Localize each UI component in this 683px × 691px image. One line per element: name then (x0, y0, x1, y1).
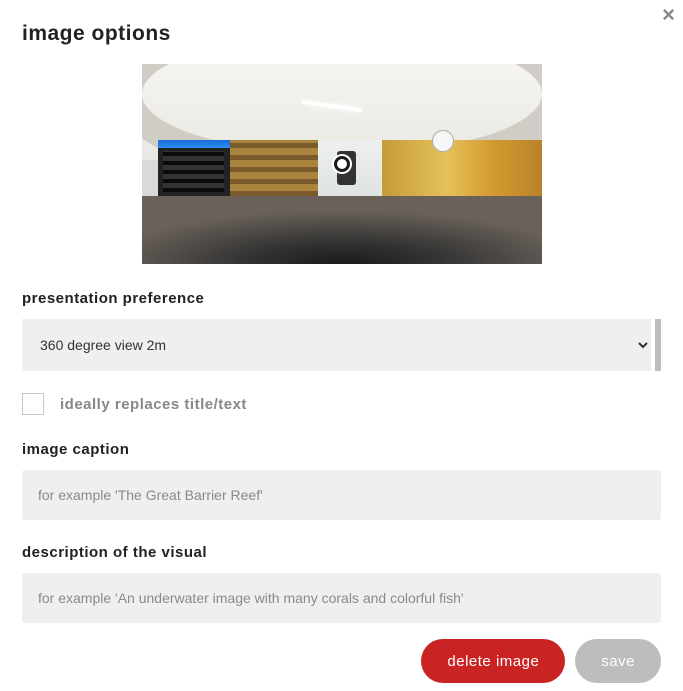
dialog-actions: delete image save (22, 639, 661, 683)
description-label: description of the visual (22, 544, 661, 561)
image-preview[interactable] (142, 64, 542, 264)
presentation-label: presentation preference (22, 290, 661, 307)
caption-input[interactable] (22, 470, 661, 520)
image-preview-container (22, 64, 661, 264)
caption-label: image caption (22, 441, 661, 458)
replaces-title-checkbox[interactable] (22, 393, 44, 415)
save-button[interactable]: save (575, 639, 661, 683)
description-input[interactable] (22, 573, 661, 623)
image-options-dialog: × image options presentation preference … (0, 0, 683, 691)
close-icon[interactable]: × (662, 4, 675, 26)
dialog-title: image options (22, 22, 661, 46)
hotspot-icon[interactable] (334, 156, 350, 172)
presentation-select[interactable]: 360 degree view 2m (22, 319, 651, 371)
delete-image-button[interactable]: delete image (421, 639, 565, 683)
select-handle[interactable] (655, 319, 661, 371)
replaces-title-label: ideally replaces title/text (60, 396, 247, 413)
